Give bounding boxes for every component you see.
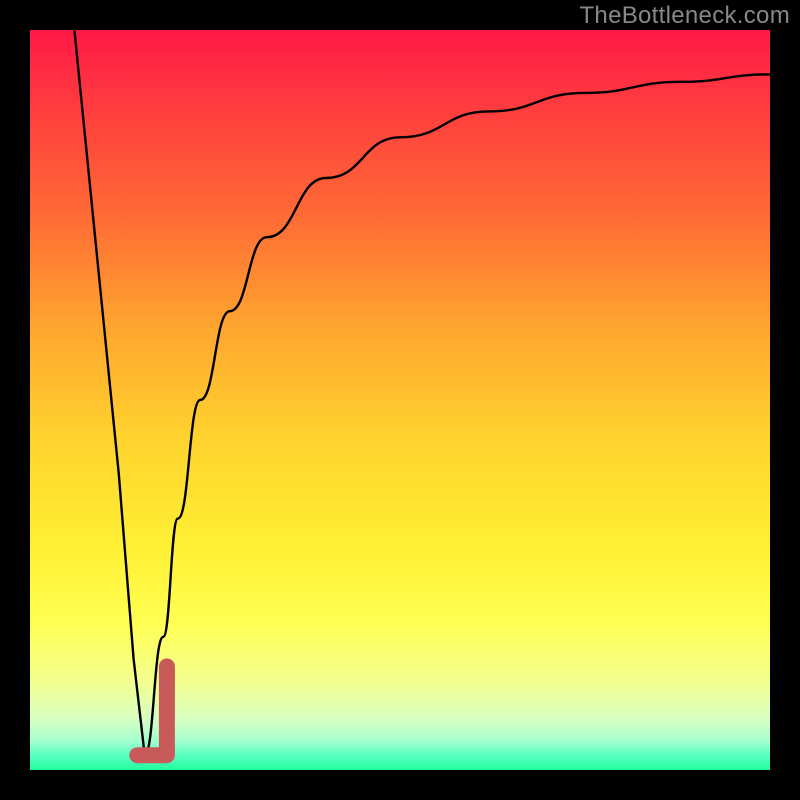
curves-svg [30, 30, 770, 770]
watermark-text: TheBottleneck.com [579, 2, 790, 30]
curve-right-rise [145, 74, 770, 755]
chart-container: TheBottleneck.com [0, 0, 800, 800]
plot-area [30, 30, 770, 770]
curve-left-descent [74, 30, 144, 755]
